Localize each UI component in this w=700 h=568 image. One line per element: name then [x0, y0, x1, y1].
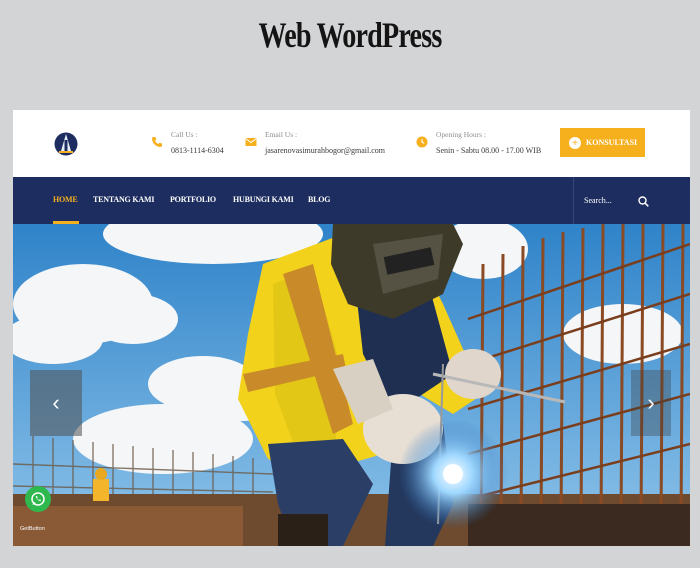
opening-hours: Senin - Sabtu 08.00 - 17.00 WIB [436, 146, 542, 155]
nav-item-portfolio[interactable]: PORTFOLIO [170, 195, 216, 204]
nav-divider [573, 177, 574, 224]
phone-number[interactable]: 0813-1114-6304 [171, 146, 224, 155]
nav-item-blog[interactable]: BLOG [308, 195, 331, 204]
email-address[interactable]: jasarenovasimurahbogor@gmail.com [265, 146, 385, 155]
hero-slider: ‹ › GetButton [13, 224, 690, 546]
whatsapp-icon [31, 492, 45, 506]
konsultasi-label: KONSULTASI [586, 138, 638, 147]
whatsapp-button[interactable] [25, 486, 51, 512]
getbutton-caption: GetButton [20, 526, 45, 532]
email-label: Email Us : [265, 130, 298, 139]
phone-icon [152, 137, 162, 147]
website-screenshot: Call Us : 0813-1114-6304 Email Us : jasa… [13, 110, 690, 546]
main-navigation: HOME TENTANG KAMI PORTFOLIO HUBUNGI KAMI… [13, 177, 690, 224]
search-input[interactable]: Search... [584, 196, 612, 205]
nav-item-hubungi-kami[interactable]: HUBUNGI KAMI [233, 195, 294, 204]
slider-prev-button[interactable]: ‹ [30, 370, 82, 436]
company-logo[interactable] [54, 131, 78, 157]
clock-icon [416, 136, 428, 148]
call-label: Call Us : [171, 130, 198, 139]
top-header: Call Us : 0813-1114-6304 Email Us : jasa… [13, 110, 690, 177]
slider-next-button[interactable]: › [631, 370, 671, 436]
search-icon[interactable] [638, 196, 649, 207]
konsultasi-button[interactable]: + KONSULTASI [560, 128, 645, 157]
plus-icon: + [569, 136, 581, 149]
nav-item-home[interactable]: HOME [53, 195, 78, 204]
hero-image-welder [13, 224, 690, 546]
nav-item-tentang-kami[interactable]: TENTANG KAMI [93, 195, 154, 204]
hours-label: Opening Hours : [436, 130, 486, 139]
envelope-icon [245, 138, 257, 146]
page-title: Web WordPress [258, 15, 442, 55]
